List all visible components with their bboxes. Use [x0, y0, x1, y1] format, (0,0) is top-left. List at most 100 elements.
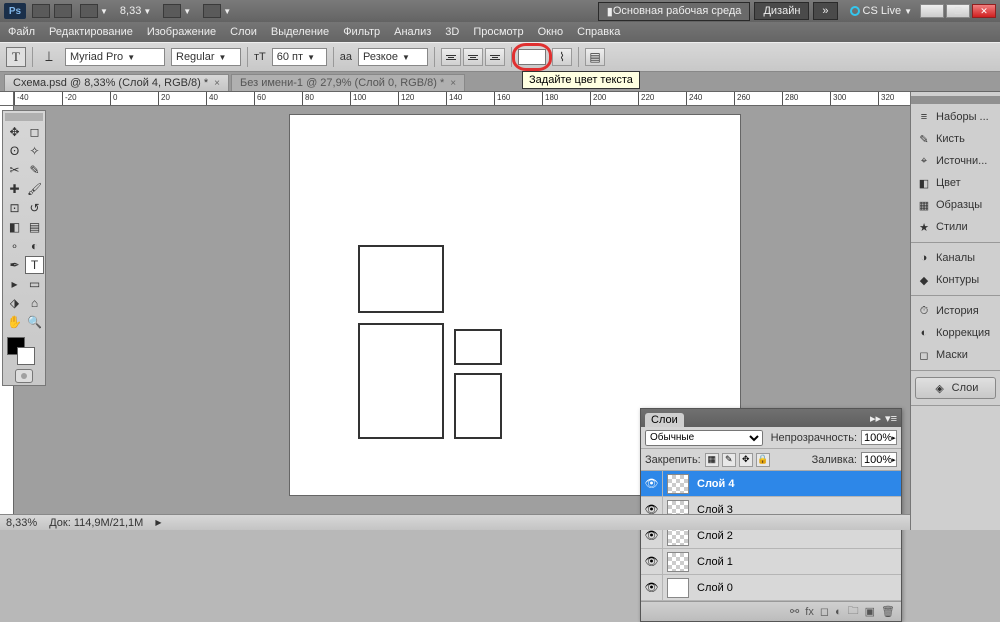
close-icon[interactable]: × [214, 78, 220, 89]
font-style-dd[interactable]: Regular▼ [171, 48, 241, 66]
lock-position-button[interactable]: ✥ [739, 453, 753, 467]
layer-name[interactable]: Слой 1 [697, 556, 733, 568]
align-left-button[interactable] [441, 48, 461, 66]
menu-filter[interactable]: Фильтр [343, 26, 380, 38]
layer-thumbnail[interactable] [667, 552, 689, 572]
zoom-tool[interactable]: 🔍 [25, 313, 44, 331]
lock-all-button[interactable]: 🔒 [756, 453, 770, 467]
3d-tool[interactable]: ⬗ [5, 294, 24, 312]
menu-file[interactable]: Файл [8, 26, 35, 38]
ruler-origin[interactable] [0, 92, 14, 106]
lock-pixels-button[interactable]: ✎ [722, 453, 736, 467]
gradient-tool[interactable]: ▤ [25, 218, 44, 236]
document-tab[interactable]: Без имени-1 @ 27,9% (Слой 0, RGB/8) *× [231, 74, 465, 91]
dock-styles[interactable]: ★Стили [911, 216, 1000, 238]
menu-analysis[interactable]: Анализ [394, 26, 431, 38]
dock-channels[interactable]: ◑Каналы [911, 247, 1000, 269]
menu-image[interactable]: Изображение [147, 26, 216, 38]
layer-row[interactable]: 👁 Слой 0 [641, 575, 901, 601]
panel-menu-icon[interactable]: ▾≡ [885, 412, 897, 425]
font-family-dd[interactable]: Myriad Pro▼ [65, 48, 165, 66]
dock-history[interactable]: ⏱История [911, 300, 1000, 322]
zoom-level-dd[interactable]: 8,33▼ [116, 5, 155, 17]
menu-select[interactable]: Выделение [271, 26, 329, 38]
text-color-swatch[interactable] [518, 49, 546, 65]
panel-grip[interactable] [5, 113, 43, 121]
align-center-button[interactable] [463, 48, 483, 66]
color-picker[interactable] [5, 335, 43, 365]
window-minimize-button[interactable]: — [920, 4, 944, 18]
window-close-button[interactable]: ✕ [972, 4, 996, 18]
layer-thumbnail[interactable] [667, 578, 689, 598]
antialias-dd[interactable]: Резкое▼ [358, 48, 428, 66]
layer-row[interactable]: 👁 Слой 4 [641, 471, 901, 497]
adjustment-icon[interactable]: ◐ [835, 606, 842, 618]
dock-layers-button[interactable]: ◈Слои [915, 377, 996, 399]
close-icon[interactable]: × [450, 78, 456, 89]
layer-name[interactable]: Слой 0 [697, 582, 733, 594]
quick-mask-button[interactable] [15, 369, 33, 383]
layer-thumbnail[interactable] [667, 474, 689, 494]
font-size-dd[interactable]: 60 пт▼ [272, 48, 327, 66]
layers-tab[interactable]: Слои [645, 413, 684, 427]
arrange-dd[interactable]: ▼ [159, 4, 195, 18]
warp-text-button[interactable]: ⌇ [552, 48, 572, 66]
visibility-icon[interactable]: 👁 [641, 549, 663, 574]
eyedropper-tool[interactable]: ✎ [25, 161, 44, 179]
cs-live-button[interactable]: CS Live ▼ [850, 5, 912, 17]
lasso-tool[interactable]: ʘ [5, 142, 24, 160]
link-layers-icon[interactable]: ⚯ [790, 605, 799, 618]
fx-icon[interactable]: fx [805, 606, 814, 618]
layer-row[interactable]: 👁 Слой 1 [641, 549, 901, 575]
visibility-icon[interactable]: 👁 [641, 471, 663, 496]
mask-icon[interactable]: ◻ [820, 605, 829, 618]
lock-transparency-button[interactable]: ▦ [705, 453, 719, 467]
current-tool-icon[interactable]: T [6, 47, 26, 67]
screenmode-dd[interactable]: ▼ [76, 4, 112, 18]
path-select-tool[interactable]: ▸ [5, 275, 24, 293]
bridge-icon[interactable] [32, 4, 50, 18]
marquee-tool[interactable]: ◻ [25, 123, 44, 141]
patch-tool[interactable]: ✚ [5, 180, 24, 198]
eraser-tool[interactable]: ◧ [5, 218, 24, 236]
status-menu-icon[interactable]: ▶ [155, 518, 161, 527]
opacity-input[interactable]: 100%▸ [861, 430, 897, 445]
workspace-main-button[interactable]: ▮ Основная рабочая среда [598, 2, 751, 21]
dock-adjustments[interactable]: ◐Коррекция [911, 322, 1000, 344]
dock-masks[interactable]: ◻Маски [911, 344, 1000, 366]
window-restore-button[interactable]: ☐ [946, 4, 970, 18]
type-tool[interactable]: T [25, 256, 44, 274]
shape-tool[interactable]: ▭ [25, 275, 44, 293]
dock-brush[interactable]: ✎Кисть [911, 128, 1000, 150]
workspace-design-button[interactable]: Дизайн [754, 2, 809, 20]
move-tool[interactable]: ✥ [5, 123, 24, 141]
status-doc-size[interactable]: Док: 114,9M/21,1M [49, 517, 143, 529]
stamp-tool[interactable]: ⊡ [5, 199, 24, 217]
menu-help[interactable]: Справка [577, 26, 620, 38]
status-zoom[interactable]: 8,33% [6, 517, 37, 529]
panel-grip[interactable] [911, 96, 1000, 104]
menu-layers[interactable]: Слои [230, 26, 257, 38]
minibridge-icon[interactable] [54, 4, 72, 18]
hand-tool[interactable]: ✋ [5, 313, 24, 331]
pen-tool[interactable]: ✒ [5, 256, 24, 274]
menu-window[interactable]: Окно [538, 26, 564, 38]
background-color[interactable] [17, 347, 35, 365]
align-right-button[interactable] [485, 48, 505, 66]
menu-3d[interactable]: 3D [445, 26, 459, 38]
dodge-tool[interactable]: ◐ [25, 237, 44, 255]
workspace-more-button[interactable]: » [813, 2, 837, 20]
paragraph-panel-button[interactable]: ▤ [585, 48, 605, 66]
menu-view[interactable]: Просмотр [473, 26, 523, 38]
menu-edit[interactable]: Редактирование [49, 26, 133, 38]
new-layer-icon[interactable]: ▣ [865, 605, 875, 618]
brush-tool[interactable]: 🖌 [25, 180, 44, 198]
dock-swatches[interactable]: ▦Образцы [911, 194, 1000, 216]
extras-dd[interactable]: ▼ [199, 4, 235, 18]
blur-tool[interactable]: ∘ [5, 237, 24, 255]
collapse-icon[interactable]: ▸▸ [870, 412, 881, 425]
history-brush-tool[interactable]: ↺ [25, 199, 44, 217]
3d-camera-tool[interactable]: ⌂ [25, 294, 44, 312]
quick-select-tool[interactable]: ✧ [25, 142, 44, 160]
dock-tool-presets[interactable]: ≡Наборы ... [911, 106, 1000, 128]
